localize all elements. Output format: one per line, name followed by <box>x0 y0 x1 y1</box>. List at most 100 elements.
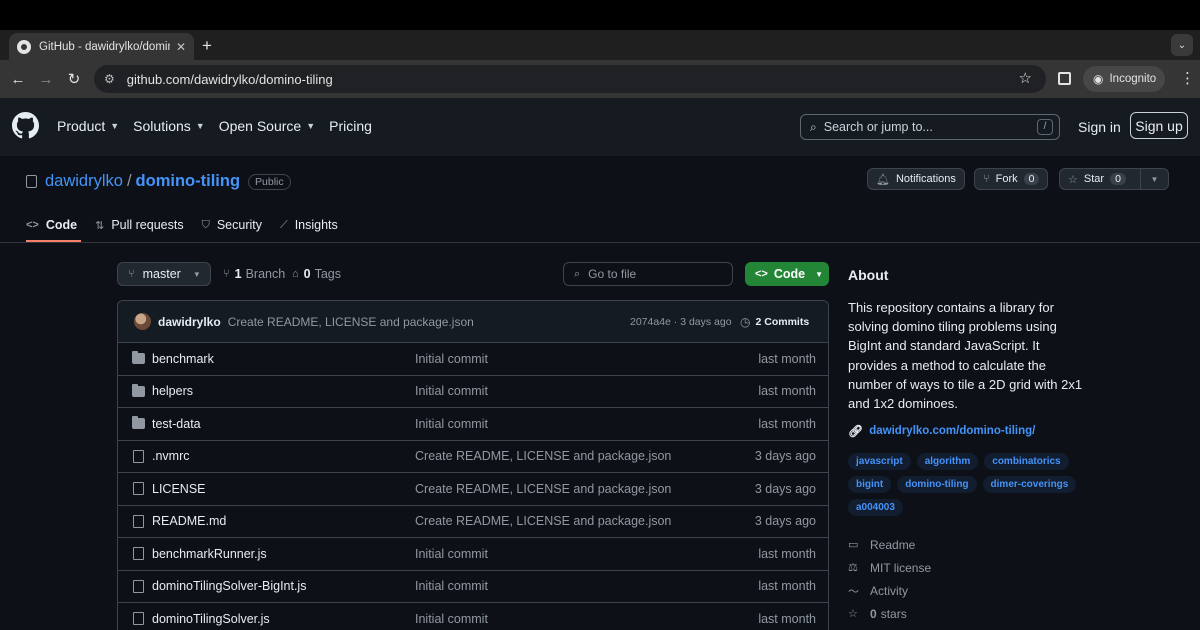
bookmark-star-icon[interactable]: ☆ <box>1019 69 1032 87</box>
topic-tag[interactable]: domino-tiling <box>897 476 977 493</box>
table-row[interactable]: helpers Initial commit last month <box>118 376 828 408</box>
browser-tabstrip: GitHub - dawidrylko/domino-tiling ✕ + ⌄ <box>0 30 1200 60</box>
tab-pull-requests[interactable]: ⇅ Pull requests <box>95 208 183 242</box>
notifications-button[interactable]: 🔔︎ Notifications <box>867 168 965 190</box>
browser-tab[interactable]: GitHub - dawidrylko/domino-tiling ✕ <box>9 33 194 60</box>
file-commit-message-link[interactable]: Create README, LICENSE and package.json <box>415 514 671 528</box>
file-commit-message-link[interactable]: Initial commit <box>415 384 488 398</box>
nav-pricing[interactable]: Pricing <box>329 118 372 134</box>
table-row[interactable]: .nvmrc Create README, LICENSE and package… <box>118 441 828 473</box>
license-link[interactable]: ⚖ MIT license <box>848 556 931 579</box>
file-name-link[interactable]: test-data <box>152 417 201 431</box>
file-name-link[interactable]: dominoTilingSolver-BigInt.js <box>152 579 306 593</box>
file-name-link[interactable]: README.md <box>152 514 226 528</box>
tab-insights[interactable]: ⟋ Insights <box>280 208 338 242</box>
fork-count: 0 <box>1023 173 1040 185</box>
pull-request-icon: ⇅ <box>95 219 105 232</box>
sign-up-button[interactable]: Sign up <box>1130 112 1188 139</box>
nav-open-source[interactable]: Open Source ▼ <box>219 118 315 134</box>
go-to-file-input[interactable]: ⌕ Go to file <box>563 262 733 286</box>
file-name-link[interactable]: LICENSE <box>152 482 206 496</box>
address-bar[interactable]: ⚙ github.com/dawidrylko/domino-tiling ☆ <box>94 65 1046 93</box>
file-date: 3 days ago <box>754 449 816 464</box>
folder-icon <box>132 383 145 397</box>
topic-tag[interactable]: bigint <box>848 476 892 493</box>
table-row[interactable]: LICENSE Create README, LICENSE and packag… <box>118 473 828 506</box>
branch-icon: ⑂ <box>223 268 230 280</box>
graph-icon: ⟋ <box>280 218 288 231</box>
file-commit-message-link[interactable]: Initial commit <box>415 579 488 593</box>
table-row[interactable]: benchmarkRunner.js Initial commit last mon… <box>118 538 828 571</box>
star-button[interactable]: ☆ Star 0 ▼ <box>1059 168 1169 190</box>
topic-tag[interactable]: combinatorics <box>984 453 1069 470</box>
file-commit-message-link[interactable]: Initial commit <box>415 612 488 626</box>
incognito-badge[interactable]: ◉ Incognito <box>1083 66 1165 92</box>
browser-menu-icon[interactable]: ⋮ <box>1180 69 1195 87</box>
file-commit-message-link[interactable]: Create README, LICENSE and package.json <box>415 449 671 463</box>
file-name-link[interactable]: benchmarkRunner.js <box>152 547 267 561</box>
file-name-link[interactable]: benchmark <box>152 352 214 366</box>
reload-icon[interactable]: ↻ <box>64 69 84 89</box>
new-tab-icon[interactable]: + <box>202 36 212 56</box>
tab-code[interactable]: <> Code <box>26 208 82 242</box>
link-icon: 🔗︎ <box>848 424 864 438</box>
file-name-link[interactable]: dominoTilingSolver.js <box>152 612 270 626</box>
commit-author-link[interactable]: dawidrylko <box>158 315 221 329</box>
file-icon <box>133 482 144 495</box>
code-dropdown-button[interactable]: <> Code ▼ <box>745 262 829 286</box>
file-commit-message-link[interactable]: Initial commit <box>415 352 488 366</box>
file-name-link[interactable]: .nvmrc <box>152 449 190 463</box>
incognito-label: Incognito <box>1109 73 1157 85</box>
star-dropdown-chevron-icon[interactable]: ▼ <box>1140 169 1168 189</box>
file-name-link[interactable]: helpers <box>152 384 193 398</box>
file-date: last month <box>758 384 816 399</box>
code-icon: <> <box>755 268 768 280</box>
browser-tab-title: GitHub - dawidrylko/domino-tiling <box>39 40 170 53</box>
commit-sha-time[interactable]: 2074a4e · 3 days ago <box>630 316 732 328</box>
tab-search-chevron-icon[interactable]: ⌄ <box>1171 34 1193 56</box>
topic-tag[interactable]: javascript <box>848 453 911 470</box>
forward-arrow-icon[interactable]: → <box>36 69 56 89</box>
tab-security[interactable]: ⛉ Security <box>202 208 262 242</box>
nav-solutions[interactable]: Solutions ▼ <box>133 118 205 134</box>
file-commit-message-link[interactable]: Create README, LICENSE and package.json <box>415 482 671 496</box>
file-commit-message-link[interactable]: Initial commit <box>415 417 488 431</box>
topic-tag[interactable]: a004003 <box>848 499 903 516</box>
stars-link[interactable]: ☆ 0 stars <box>848 602 931 625</box>
table-row[interactable]: test-data Initial commit last month <box>118 408 828 441</box>
tags-link[interactable]: ⌂ 0 Tags <box>292 267 341 281</box>
file-commit-message-link[interactable]: Initial commit <box>415 547 488 561</box>
file-icon <box>133 449 144 463</box>
table-row[interactable]: dominoTilingSolver.js Initial commit last … <box>118 603 828 630</box>
close-tab-icon[interactable]: ✕ <box>176 40 186 54</box>
file-date: last month <box>758 611 816 626</box>
fork-button[interactable]: ⑂ Fork 0 <box>974 168 1049 190</box>
file-date: last month <box>758 546 816 561</box>
topic-tag[interactable]: algorithm <box>916 453 979 470</box>
table-row[interactable]: dominoTilingSolver-BigInt.js Initial comm… <box>118 571 828 603</box>
search-input[interactable]: ⌕ Search or jump to... / <box>800 114 1060 140</box>
website-link[interactable]: 🔗︎ dawidrylko.com/domino-tiling/ <box>848 424 1035 438</box>
commits-link[interactable]: ◷ 2 Commits <box>740 315 809 329</box>
side-panel-icon[interactable] <box>1058 72 1071 85</box>
activity-link[interactable]: 〜 Activity <box>848 579 931 602</box>
visibility-badge: Public <box>248 173 291 190</box>
folder-icon <box>132 416 145 429</box>
topic-tag[interactable]: dimer-coverings <box>982 476 1077 493</box>
pulse-icon: 〜 <box>848 585 859 598</box>
back-arrow-icon[interactable]: ← <box>8 69 28 89</box>
readme-link[interactable]: ▭ Readme <box>848 533 931 556</box>
avatar[interactable] <box>134 313 151 330</box>
commit-message-link[interactable]: Create README, LICENSE and package.json <box>228 315 474 329</box>
branch-selector[interactable]: ⑂ master ▼ <box>117 262 211 286</box>
github-logo-icon[interactable] <box>12 112 39 139</box>
site-info-icon[interactable]: ⚙ <box>104 72 115 86</box>
repo-owner-link[interactable]: dawidrylko <box>45 172 123 191</box>
tag-icon: ⌂ <box>292 268 299 280</box>
table-row[interactable]: README.md Create README, LICENSE and pack… <box>118 506 828 538</box>
nav-product[interactable]: Product ▼ <box>57 118 119 134</box>
branches-link[interactable]: ⑂ 1 Branch <box>223 267 285 281</box>
sign-in-link[interactable]: Sign in <box>1078 119 1121 135</box>
repo-name-link[interactable]: domino-tiling <box>136 172 240 191</box>
table-row[interactable]: benchmark Initial commit last month <box>118 343 828 376</box>
